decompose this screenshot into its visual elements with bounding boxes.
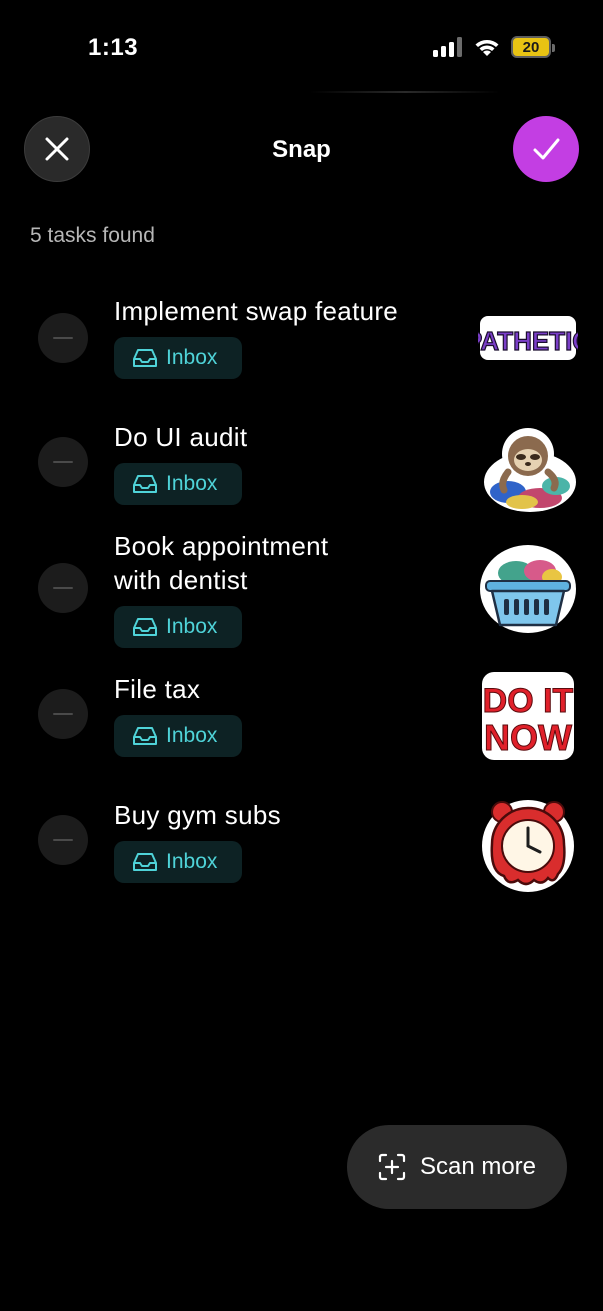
task-title[interactable]: Book appointment with dentist [114,529,374,597]
minus-icon [53,587,73,589]
scan-more-label: Scan more [419,1153,537,1180]
sloth-laundry-sticker-icon [484,428,576,512]
pathetic-sticker-icon: PATHETIC [478,316,578,360]
task-title[interactable]: Buy gym subs [114,798,444,832]
laundry-basket-sticker-icon [480,545,576,633]
tasks-count: 5 tasks found [30,224,155,247]
inbox-icon [133,475,157,493]
inbox-label: Inbox [166,346,218,369]
do-it-now-line1: DO IT [483,682,574,720]
remove-task-button[interactable] [38,563,88,613]
remove-task-button[interactable] [38,437,88,487]
task-title[interactable]: File tax [114,672,444,706]
inbox-tag[interactable]: Inbox [114,337,242,379]
task-title[interactable]: Implement swap feature [114,294,444,328]
checkmark-icon [533,138,560,160]
battery-indicator: 20 [511,36,555,58]
remove-task-button[interactable] [38,815,88,865]
do-it-now-sticker-icon: DO IT NOW [482,672,574,760]
scan-add-icon [378,1153,406,1181]
minus-icon [53,713,73,715]
inbox-tag[interactable]: Inbox [114,715,242,757]
do-it-now-line2: NOW [484,717,572,758]
inbox-label: Inbox [166,615,218,638]
remove-task-button[interactable] [38,689,88,739]
status-bar: 1:13 20 [0,0,603,96]
remove-task-button[interactable] [38,313,88,363]
melting-alarm-clock-sticker-icon [482,800,574,892]
top-divider [310,91,500,93]
inbox-tag[interactable]: Inbox [114,841,242,883]
scan-more-button[interactable]: Scan more [347,1125,567,1209]
minus-icon [53,337,73,339]
inbox-icon [133,853,157,871]
status-time: 1:13 [88,34,139,61]
inbox-tag[interactable]: Inbox [114,606,242,648]
inbox-label: Inbox [166,724,218,747]
minus-icon [53,839,73,841]
minus-icon [53,461,73,463]
wifi-icon [475,40,499,56]
inbox-icon [133,727,157,745]
battery-level: 20 [522,38,540,56]
inbox-label: Inbox [166,850,218,873]
status-indicators: 20 [433,36,555,58]
header: Snap [0,116,603,186]
inbox-tag[interactable]: Inbox [114,463,242,505]
inbox-icon [133,618,157,636]
task-title[interactable]: Do UI audit [114,420,444,454]
cellular-signal-icon [433,37,462,57]
confirm-button[interactable] [513,116,579,182]
inbox-label: Inbox [166,472,218,495]
pathetic-sticker-text: PATHETIC [478,326,578,356]
inbox-icon [133,349,157,367]
